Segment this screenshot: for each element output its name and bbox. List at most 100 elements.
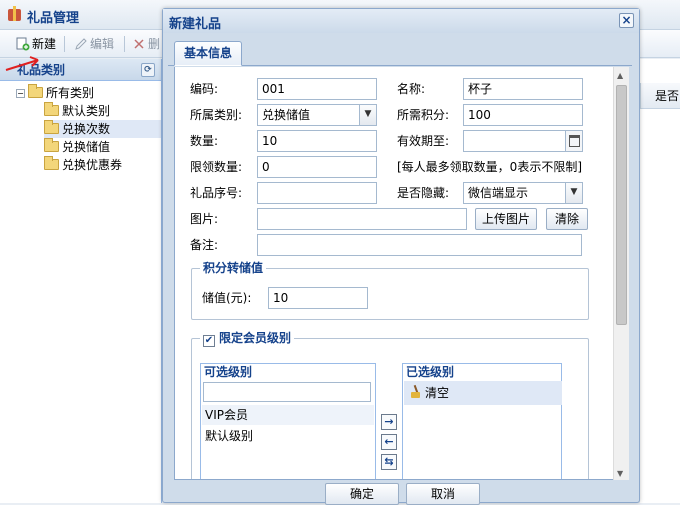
- name-label: 名称:: [397, 82, 426, 96]
- available-level-item[interactable]: 默认级别: [202, 426, 374, 446]
- delete-button[interactable]: 删: [130, 34, 160, 54]
- dialog-header: 新建礼品 ×: [163, 9, 639, 33]
- toolbar-separator: [64, 36, 65, 52]
- move-right-icon[interactable]: →: [381, 414, 397, 430]
- member-level-checkbox[interactable]: ✔: [203, 335, 215, 347]
- points-label: 所需积分:: [397, 108, 450, 122]
- selected-levels-panel: 已选级别 清空: [402, 363, 562, 479]
- folder-icon: [44, 138, 59, 152]
- tree-item-exchange-count[interactable]: 兑换次数: [44, 120, 161, 138]
- tree-item-label: 兑换储值: [62, 140, 111, 154]
- folder-icon: [44, 156, 59, 170]
- category-panel-title: 礼品类别: [17, 63, 66, 77]
- member-level-legend[interactable]: ✔ 限定会员级别: [200, 330, 295, 347]
- available-level-item[interactable]: VIP会员: [202, 405, 374, 425]
- dialog-footer: 确定 取消: [163, 483, 639, 505]
- folder-icon: [28, 84, 43, 98]
- refresh-icon[interactable]: ⟳: [141, 63, 155, 77]
- grid-column-header[interactable]: 是否: [640, 83, 680, 109]
- new-gift-dialog: 新建礼品 × 基本信息 编码: 001 名称: 杯子 所属类别: 兑换储值 ▼ …: [162, 8, 640, 505]
- serial-label: 礼品序号:: [190, 186, 243, 200]
- tree-item-all[interactable]: − 所有类别: [16, 84, 94, 102]
- available-levels-panel: 可选级别 VIP会员 默认级别: [200, 363, 376, 479]
- remark-input[interactable]: [257, 234, 582, 256]
- scroll-thumb[interactable]: [616, 85, 627, 325]
- clear-selected-button[interactable]: 清空: [404, 381, 562, 405]
- form-area: 编码: 001 名称: 杯子 所属类别: 兑换储值 ▼ 所需积分: 100 数量…: [174, 67, 625, 480]
- folder-icon: [44, 120, 59, 134]
- calendar-icon[interactable]: [565, 131, 582, 151]
- toolbar-separator: [124, 36, 125, 52]
- delete-button-label: 删: [148, 37, 161, 51]
- category-panel-header: 礼品类别 ⟳: [0, 59, 161, 81]
- swap-icon[interactable]: ⇆: [381, 454, 397, 470]
- clear-image-button[interactable]: 清除: [546, 208, 588, 230]
- chevron-down-icon[interactable]: ▼: [359, 105, 376, 125]
- upload-image-button[interactable]: 上传图片: [475, 208, 537, 230]
- category-select-value: 兑换储值: [262, 108, 311, 122]
- cancel-button[interactable]: 取消: [406, 483, 480, 505]
- remark-label: 备注:: [190, 238, 219, 252]
- clear-selected-label: 清空: [425, 386, 450, 400]
- tree-item-label: 兑换优惠券: [62, 158, 123, 172]
- edit-button-label: 编辑: [90, 37, 115, 51]
- code-input[interactable]: 001: [257, 78, 377, 100]
- quantity-label: 数量:: [190, 134, 219, 148]
- new-button[interactable]: 新建: [14, 34, 56, 54]
- tree-item-default[interactable]: 默认类别: [44, 102, 110, 120]
- stored-value-label: 储值(元):: [202, 291, 252, 305]
- image-label: 图片:: [190, 212, 219, 226]
- member-level-fieldset: ✔ 限定会员级别 可选级别 VIP会员 默认级别 → ← ⇆ 已选级别 清空: [191, 330, 589, 479]
- tree-item-label: 所有类别: [46, 86, 95, 100]
- serial-input[interactable]: [257, 182, 377, 204]
- ok-button[interactable]: 确定: [325, 483, 399, 505]
- limit-label: 限领数量:: [190, 160, 243, 174]
- category-select[interactable]: 兑换储值 ▼: [257, 104, 377, 126]
- hidden-select-value: 微信端显示: [468, 186, 529, 200]
- limit-input[interactable]: 0: [257, 156, 377, 178]
- collapse-icon[interactable]: −: [16, 89, 25, 98]
- points-input[interactable]: 100: [463, 104, 583, 126]
- form-scrollbar[interactable]: ▲ ▼: [613, 67, 629, 480]
- folder-icon: [44, 102, 59, 116]
- category-label: 所属类别:: [190, 108, 243, 122]
- move-left-icon[interactable]: ←: [381, 434, 397, 450]
- broom-icon: [410, 384, 422, 399]
- hidden-label: 是否隐藏:: [397, 186, 450, 200]
- gift-grid: 是否: [640, 59, 680, 503]
- validity-label: 有效期至:: [397, 134, 450, 148]
- tree-item-label: 默认类别: [62, 104, 111, 118]
- dialog-title: 新建礼品: [169, 17, 222, 32]
- stored-value-legend: 积分转储值: [200, 260, 267, 276]
- selected-levels-title: 已选级别: [403, 364, 561, 381]
- delete-icon: [134, 39, 144, 49]
- quantity-input[interactable]: 10: [257, 130, 377, 152]
- hidden-select[interactable]: 微信端显示 ▼: [463, 182, 583, 204]
- code-label: 编码:: [190, 82, 219, 96]
- stored-value-fieldset: 积分转储值 储值(元): 10: [191, 260, 589, 320]
- limit-hint: [每人最多领取数量，0表示不限制]: [397, 160, 582, 174]
- image-input[interactable]: [257, 208, 467, 230]
- tree-item-exchange-coupon[interactable]: 兑换优惠券: [44, 156, 122, 174]
- member-level-legend-text: 限定会员级别: [219, 331, 292, 345]
- stored-value-input[interactable]: 10: [268, 287, 368, 309]
- available-levels-filter-input[interactable]: [203, 382, 371, 402]
- tree-item-exchange-stored-value[interactable]: 兑换储值: [44, 138, 110, 156]
- edit-icon: [75, 38, 87, 50]
- new-button-label: 新建: [32, 37, 57, 51]
- tab-strip: 基本信息: [168, 39, 632, 66]
- gift-icon: [8, 6, 21, 21]
- category-panel: 礼品类别 ⟳ − 所有类别 默认类别 兑换次数 兑换储值 兑换优惠券: [0, 59, 162, 503]
- validity-date-input[interactable]: [463, 130, 583, 152]
- chevron-down-icon[interactable]: ▼: [565, 183, 582, 203]
- tab-basic-info[interactable]: 基本信息: [174, 41, 243, 66]
- scroll-up-icon[interactable]: ▲: [617, 71, 623, 80]
- tree-item-label: 兑换次数: [62, 122, 111, 136]
- app-title: 礼品管理: [27, 11, 80, 26]
- available-levels-title: 可选级别: [201, 364, 375, 381]
- name-input[interactable]: 杯子: [463, 78, 583, 100]
- close-icon[interactable]: ×: [619, 13, 634, 28]
- scroll-down-icon[interactable]: ▼: [617, 469, 623, 478]
- edit-button[interactable]: 编辑: [72, 34, 114, 54]
- new-icon: [16, 37, 30, 51]
